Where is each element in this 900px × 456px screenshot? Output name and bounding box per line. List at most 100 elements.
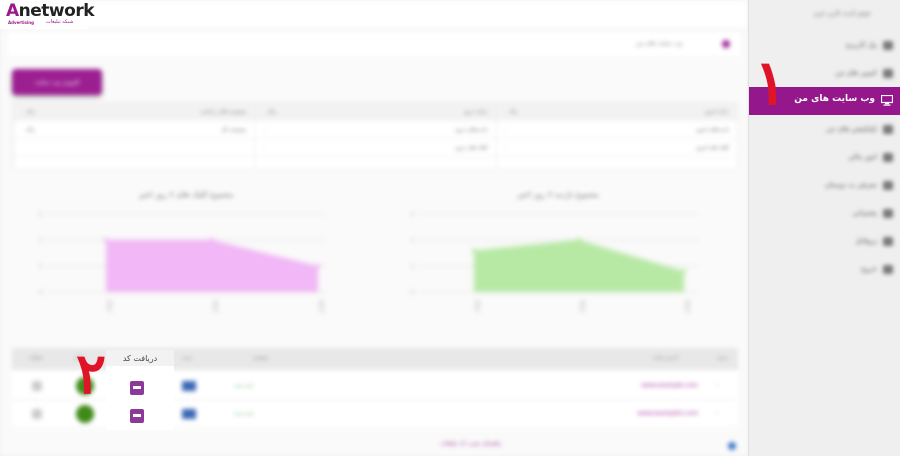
app-icon	[883, 125, 893, 134]
sidebar-item-profile[interactable]: پروفایل	[749, 228, 900, 256]
settings-icon[interactable]	[32, 409, 42, 419]
settings-icon[interactable]	[32, 381, 42, 391]
site-url[interactable]: www.example2.com	[638, 410, 698, 417]
campaign-icon	[883, 69, 893, 78]
stats-value: ۰	[263, 126, 267, 133]
breadcrumb-bar: وب سایت های من	[8, 32, 740, 56]
category-icon	[182, 381, 196, 391]
top-bar	[0, 0, 748, 30]
sidebar-item-apps[interactable]: اپلیکیشن های من	[749, 116, 900, 144]
logo[interactable]: Anetwork Advertising شبکه تبلیغات	[0, 0, 95, 29]
status-badge: تایید شده	[234, 411, 254, 417]
wallet-icon	[883, 153, 893, 162]
column-header: دسته	[182, 355, 193, 361]
sidebar-item-support[interactable]: پشتیبانی	[749, 200, 900, 228]
user-name: خوش آمدید کاربر عزیز	[813, 10, 871, 17]
annotation-number-one: ۱	[754, 46, 788, 119]
stats-label: بازدیدهای امروز	[696, 126, 729, 133]
x-tick-label: day2	[579, 300, 585, 312]
home-icon[interactable]	[722, 40, 730, 48]
x-tick-label: day1	[474, 300, 480, 312]
clicks-chart-svg: 0 1 2 3 day1 day2 day3	[39, 212, 326, 312]
stats-head-right: موجودی قابل برداشت	[200, 109, 247, 115]
clicks-chart: مجموع کلیک های ۷ روز اخیر 0 1 2 3 day1 day2 da…	[6, 180, 366, 330]
get-code-tooltip: دریافت کد	[106, 350, 174, 366]
get-code-icon[interactable]	[130, 409, 144, 423]
data-point	[209, 237, 215, 243]
stats-value: ۰ ریال	[22, 126, 36, 133]
column-header: آدرس سایت	[652, 355, 678, 361]
y-tick-label: 3	[411, 212, 414, 218]
data-point	[681, 269, 687, 274]
sidebar-item-label: اپلیکیشن های من	[826, 125, 877, 133]
stats-column: ۰ ریال درآمد امروز ۰ بازدیدهای امروز ۰ کلیک…	[495, 103, 737, 169]
logo-subtitle-fa: شبکه تبلیغات	[46, 19, 74, 25]
views-chart: مجموع بازدید ۷ روز اخیر 0 1 2 3 day1 day2 day3	[378, 180, 738, 330]
stats-value: ۰	[504, 126, 508, 133]
expand-icon[interactable]: ›	[716, 410, 724, 418]
stats-head-left: ۰ ریال	[263, 109, 277, 115]
sidebar-item-label: کمپین های من	[835, 69, 877, 77]
sidebar-item-referral[interactable]: معرفی به دوستان	[749, 172, 900, 200]
views-chart-svg: 0 1 2 3 day1 day2 day3	[411, 212, 698, 312]
y-tick-label: 3	[39, 212, 42, 218]
sidebar-item-finance[interactable]: امور مالی	[749, 144, 900, 172]
y-tick-label: 2	[39, 238, 42, 244]
sidebar-item-label: خروج	[860, 265, 877, 273]
install-guide-link[interactable]: راهنمای نصب کد تبلیغات	[440, 440, 502, 447]
stats-value: ۰	[263, 144, 267, 151]
stats-label: بازدیدهای دیروز	[455, 126, 488, 133]
logo-letter-a: A	[6, 1, 19, 21]
stats-value: ۰	[504, 144, 508, 151]
sidebar-item-label: امور مالی	[848, 153, 877, 161]
category-icon	[182, 409, 196, 419]
area-series	[474, 240, 684, 292]
sidebar-item-label: پشتیبانی	[852, 209, 877, 217]
monitor-icon	[881, 95, 893, 106]
users-icon	[883, 181, 893, 190]
sidebar-item-label: وب سایت های من	[794, 94, 875, 104]
get-code-icon[interactable]	[130, 381, 144, 395]
x-tick-label: day1	[106, 300, 112, 312]
breadcrumb[interactable]: وب سایت های من	[636, 40, 682, 47]
site-url[interactable]: www.example.com	[641, 382, 698, 389]
sidebar-item-label: پروفایل	[855, 237, 877, 245]
profile-icon	[883, 237, 893, 246]
status-badge: تایید شده	[234, 383, 254, 389]
sidebar-item-logout[interactable]: خروج	[749, 256, 900, 284]
logo-brand-name: network	[18, 1, 95, 21]
column-header: ردیف	[716, 355, 728, 361]
stats-label: موجودی کل	[221, 126, 247, 133]
expand-icon[interactable]: ›	[716, 382, 724, 390]
column-header: وضعیت	[252, 355, 268, 361]
stats-head-right: درآمد امروز	[704, 109, 729, 115]
data-point	[315, 263, 321, 269]
column-header: عملیات	[28, 355, 44, 361]
support-icon	[883, 209, 893, 218]
x-tick-label: day2	[212, 300, 218, 312]
x-tick-label: day3	[684, 300, 690, 312]
x-tick-label: day3	[318, 300, 324, 312]
logo-wordmark: Anetwork	[6, 1, 95, 21]
stats-column: ۰ ریال موجودی قابل برداشت ۰ ریال موجودی کل	[13, 103, 255, 169]
logout-icon	[883, 265, 893, 274]
user-greeting[interactable]: خوش آمدید کاربر عزیز	[749, 0, 900, 30]
logo-subtitle-en: Advertising	[8, 20, 34, 25]
dashboard-icon	[883, 41, 893, 50]
stats-table: ۰ ریال موجودی قابل برداشت ۰ ریال موجودی کل…	[12, 102, 738, 170]
annotation-number-two: ۲	[76, 341, 107, 407]
add-website-button[interactable]: افزودن وب سایت	[12, 69, 102, 95]
code-column	[106, 366, 174, 430]
stats-head-right: درآمد دیروز	[463, 109, 488, 115]
y-tick-label: 1	[411, 264, 414, 270]
data-point	[576, 237, 582, 243]
income-badge	[76, 405, 94, 423]
stats-head-left: ۰ ریال	[22, 109, 36, 115]
data-point	[103, 237, 109, 243]
stats-head-left: ۰ ریال	[504, 109, 518, 115]
y-tick-label: 2	[411, 238, 414, 244]
y-tick-label: 1	[39, 264, 42, 270]
stats-column: ۰ ریال درآمد دیروز ۰ بازدیدهای دیروز ۰ کلیک…	[254, 103, 496, 169]
info-icon	[728, 442, 736, 450]
stats-label: کلیک های دیروز	[455, 144, 488, 151]
